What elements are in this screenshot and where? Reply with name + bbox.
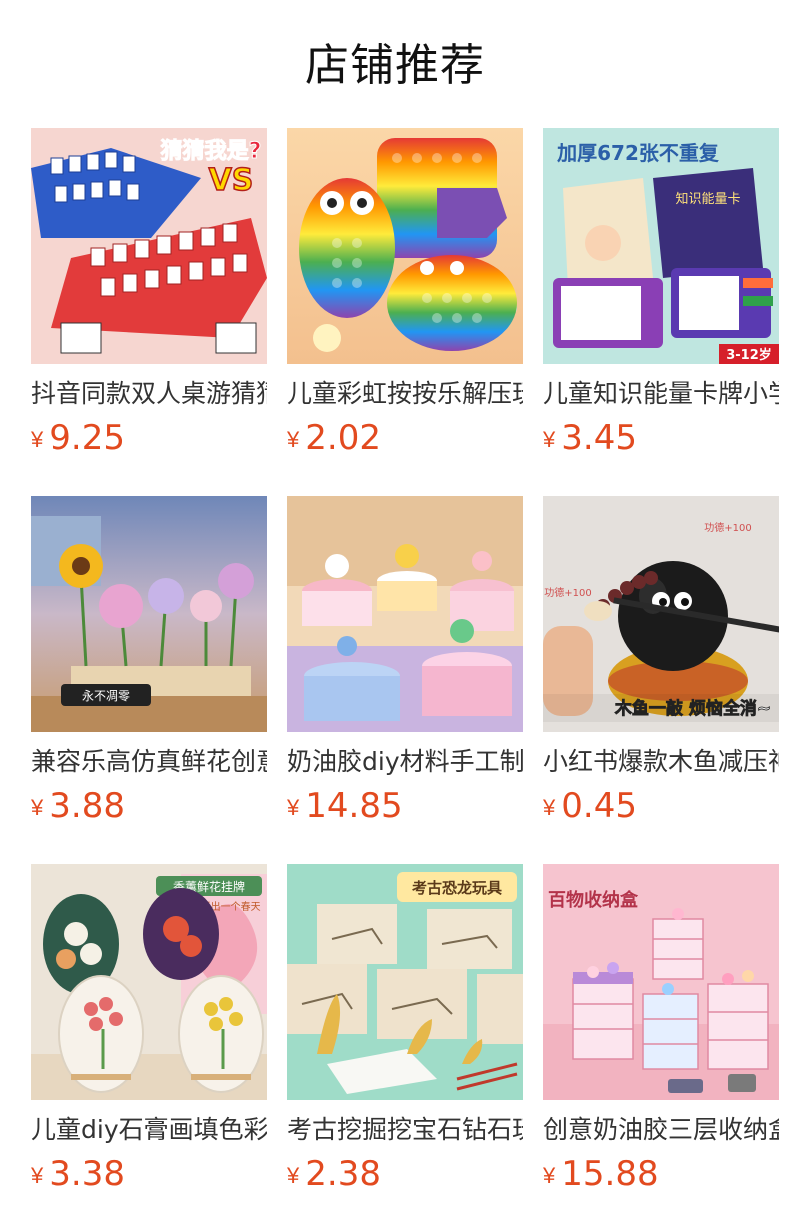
product-name[interactable]: 抖音同款双人桌游猜猜我是谁 <box>31 378 267 410</box>
price-value: 3.38 <box>49 1154 125 1194</box>
product-name[interactable]: 小红书爆款木鱼减压神器 <box>543 746 779 778</box>
cream-glue-cake-image[interactable] <box>287 496 523 732</box>
currency-symbol: ¥ <box>31 427 44 452</box>
product-card[interactable]: 猜猜我是? VS 抖音同款双人桌游猜猜我是谁 ¥9.25 <box>31 128 267 464</box>
image-caption: 永不凋零 <box>82 689 130 703</box>
pop-it-toys-image[interactable] <box>287 128 523 364</box>
storage-box-image[interactable]: 百物收纳盒 <box>543 864 779 1100</box>
product-name[interactable]: 儿童diy石膏画填色彩绘 <box>31 1114 267 1146</box>
image-caption: 3-12岁 <box>726 347 772 363</box>
product-name[interactable]: 创意奶油胶三层收纳盒 <box>543 1114 779 1146</box>
price-value: 3.88 <box>49 786 125 826</box>
price-value: 14.85 <box>305 786 403 826</box>
product-card[interactable]: 永不凋零 兼容乐高仿真鲜花创意积木 ¥3.88 <box>31 496 267 832</box>
currency-symbol: ¥ <box>31 795 44 820</box>
product-name[interactable]: 儿童彩虹按按乐解压玩具 <box>287 378 523 410</box>
image-caption: 猜猜我是? <box>160 139 262 164</box>
product-price: ¥9.25 <box>31 418 267 458</box>
currency-symbol: ¥ <box>543 795 556 820</box>
product-card[interactable]: 功德+100 功德+100 木鱼一敲 烦恼全消~ 小红书爆款木鱼减压 ¥ 0.4… <box>543 496 779 832</box>
price-value: 0.45 <box>561 786 637 826</box>
product-card[interactable]: 儿童彩虹按按乐解压玩具 ¥2.02 <box>287 128 523 464</box>
product-price: ¥2.38 <box>287 1154 523 1194</box>
shop-recommend-page: 店铺推荐 猜猜我是? VS 抖音同款双人桌游猜 ¥ 9.25 儿童彩虹按按乐解压… <box>0 0 790 1232</box>
image-caption: 知识能量卡 <box>675 191 740 207</box>
image-caption: 考古恐龙玩具 <box>412 879 502 897</box>
plaster-painting-image[interactable]: 香薰鲜花挂牌 花点时间 画出一个春天 <box>31 864 267 1100</box>
currency-symbol: ¥ <box>543 1163 556 1188</box>
product-price: ¥2.02 <box>287 418 523 458</box>
product-price: ¥0.45 <box>543 786 779 826</box>
price-value: 3.45 <box>561 418 637 458</box>
board-game-image[interactable]: 猜猜我是? VS <box>31 128 267 364</box>
product-card[interactable]: 香薰鲜花挂牌 花点时间 画出一个春天 儿童diy石膏画填色彩绘 ¥3.38 <box>31 864 267 1200</box>
product-card[interactable]: 百物收纳盒 创意奶油胶三层收纳盒 ¥ 15.88 <box>543 864 779 1200</box>
product-price: ¥15.88 <box>543 1154 779 1194</box>
image-caption: 功德+100 <box>704 521 751 534</box>
image-caption: 百物收纳盒 <box>548 889 639 911</box>
product-card[interactable]: 奶油胶diy材料手工制作蛋糕 ¥14.85 <box>287 496 523 832</box>
image-caption: 木鱼一敲 烦恼全消~ <box>614 698 771 719</box>
knowledge-cards-image[interactable]: 加厚672张不重复 知识能量卡 3-12岁 <box>543 128 779 364</box>
currency-symbol: ¥ <box>287 1163 300 1188</box>
product-name[interactable]: 考古挖掘挖宝石钻石玩具 <box>287 1114 523 1146</box>
product-card[interactable]: 考古恐龙玩具 考古挖掘挖宝石钻石 ¥ 2.38 <box>287 864 523 1200</box>
product-card[interactable]: 加厚672张不重复 知识能量卡 3-12岁 儿童知识能量卡牌小学生 ¥3.45 <box>543 128 779 464</box>
product-name[interactable]: 儿童知识能量卡牌小学生 <box>543 378 779 410</box>
product-price: ¥3.38 <box>31 1154 267 1194</box>
product-name[interactable]: 奶油胶diy材料手工制作蛋糕 <box>287 746 523 778</box>
price-value: 15.88 <box>561 1154 659 1194</box>
flower-blocks-image[interactable]: 永不凋零 <box>31 496 267 732</box>
image-caption: VS <box>209 163 254 198</box>
dinosaur-dig-image[interactable]: 考古恐龙玩具 <box>287 864 523 1100</box>
currency-symbol: ¥ <box>287 427 300 452</box>
currency-symbol: ¥ <box>543 427 556 452</box>
currency-symbol: ¥ <box>31 1163 44 1188</box>
image-caption: 加厚672张不重复 <box>556 141 720 165</box>
wooden-fish-image[interactable]: 功德+100 功德+100 木鱼一敲 烦恼全消~ <box>543 496 779 732</box>
price-value: 2.38 <box>305 1154 381 1194</box>
price-value: 9.25 <box>49 418 125 458</box>
page-title: 店铺推荐 <box>305 40 485 91</box>
product-grid: 猜猜我是? VS 抖音同款双人桌游猜猜我是谁 ¥9.25 <box>31 128 790 1200</box>
price-value: 2.02 <box>305 418 381 458</box>
currency-symbol: ¥ <box>287 795 300 820</box>
product-name[interactable]: 兼容乐高仿真鲜花创意积木 <box>31 746 267 778</box>
product-price: ¥14.85 <box>287 786 523 826</box>
product-price: ¥3.45 <box>543 418 779 458</box>
product-price: ¥3.88 <box>31 786 267 826</box>
image-caption: 功德+100 <box>544 586 591 599</box>
